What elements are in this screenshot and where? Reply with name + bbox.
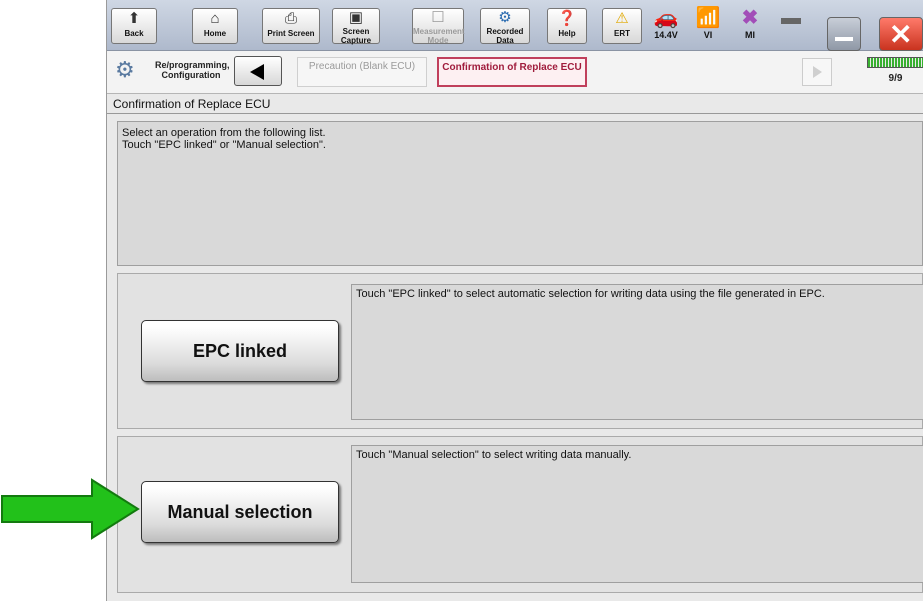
battery-voltage-status: 🚗 14.4V — [648, 6, 684, 40]
divider — [107, 113, 923, 114]
recorded-data-button[interactable]: ⚙ Recorded Data — [480, 8, 530, 45]
device-status: ▬ — [773, 6, 809, 30]
print-screen-button[interactable]: ⎙ Print Screen — [262, 8, 320, 44]
epc-linked-description: Touch "EPC linked" to select automatic s… — [351, 284, 923, 420]
home-icon: ⌂ — [210, 10, 220, 27]
minimize-icon — [835, 37, 853, 41]
epc-option-panel: EPC linked Touch "EPC linked" to select … — [117, 273, 923, 429]
next-step-button[interactable] — [802, 58, 832, 86]
progress-count: 9/9 — [888, 73, 903, 84]
instruction-line-2: Touch "EPC linked" or "Manual selection"… — [122, 139, 326, 151]
toolbar: ⬆ Back ⌂ Home ⎙ Print Screen ▣ Screen Ca… — [107, 0, 923, 51]
breadcrumb-step-previous[interactable]: Precaution (Blank ECU) — [297, 57, 427, 87]
close-button[interactable]: ✕ — [879, 17, 923, 51]
home-button[interactable]: ⌂ Home — [192, 8, 238, 44]
manual-selection-button[interactable]: Manual selection — [141, 481, 339, 543]
vi-status: 📶 VI — [690, 6, 726, 40]
progress-bar — [867, 57, 923, 68]
warning-icon: ⚠ — [615, 10, 629, 27]
recorded-data-icon: ⚙ — [498, 9, 512, 26]
car-battery-icon: 🚗 — [653, 7, 679, 29]
previous-step-button[interactable] — [234, 56, 282, 86]
device-icon: ▬ — [781, 7, 801, 29]
green-arrow-icon — [1, 478, 140, 540]
help-icon: ❓ — [557, 10, 577, 27]
manual-selection-description: Touch "Manual selection" to select writi… — [351, 445, 923, 583]
measurement-mode-button[interactable]: ☐ Measurement Mode — [412, 8, 465, 45]
manual-option-panel: Manual selection Touch "Manual selection… — [117, 436, 923, 593]
back-button[interactable]: ⬆ Back — [111, 8, 157, 44]
mi-status: ✖ MI — [732, 6, 768, 40]
reprogramming-icon: ⚙ — [115, 57, 135, 82]
signal-icon: 📶 — [695, 7, 721, 29]
instruction-panel: Select an operation from the following l… — [117, 121, 923, 266]
section-title: Re/programming, Configuration — [155, 60, 230, 80]
screen-capture-button[interactable]: ▣ Screen Capture — [332, 8, 380, 45]
page-title: Confirmation of Replace ECU — [113, 97, 271, 111]
back-arrow-icon: ⬆ — [127, 10, 141, 27]
measure-icon: ☐ — [431, 9, 445, 26]
printer-icon: ⎙ — [284, 10, 297, 27]
breadcrumb: ⚙ Re/programming, Configuration Precauti… — [107, 51, 923, 94]
close-icon: ✕ — [889, 19, 913, 50]
app-window: ⬆ Back ⌂ Home ⎙ Print Screen ▣ Screen Ca… — [106, 0, 923, 601]
mi-x-icon: ✖ — [741, 7, 759, 29]
minimize-button[interactable] — [827, 17, 861, 51]
breadcrumb-step-current: Confirmation of Replace ECU — [437, 57, 587, 87]
help-button[interactable]: ❓ Help — [547, 8, 587, 44]
instruction-line-1: Select an operation from the following l… — [122, 127, 326, 139]
step-progress: 9/9 — [867, 57, 923, 87]
epc-linked-button[interactable]: EPC linked — [141, 320, 339, 382]
camera-icon: ▣ — [348, 9, 364, 26]
ert-button[interactable]: ⚠ ERT — [602, 8, 642, 44]
